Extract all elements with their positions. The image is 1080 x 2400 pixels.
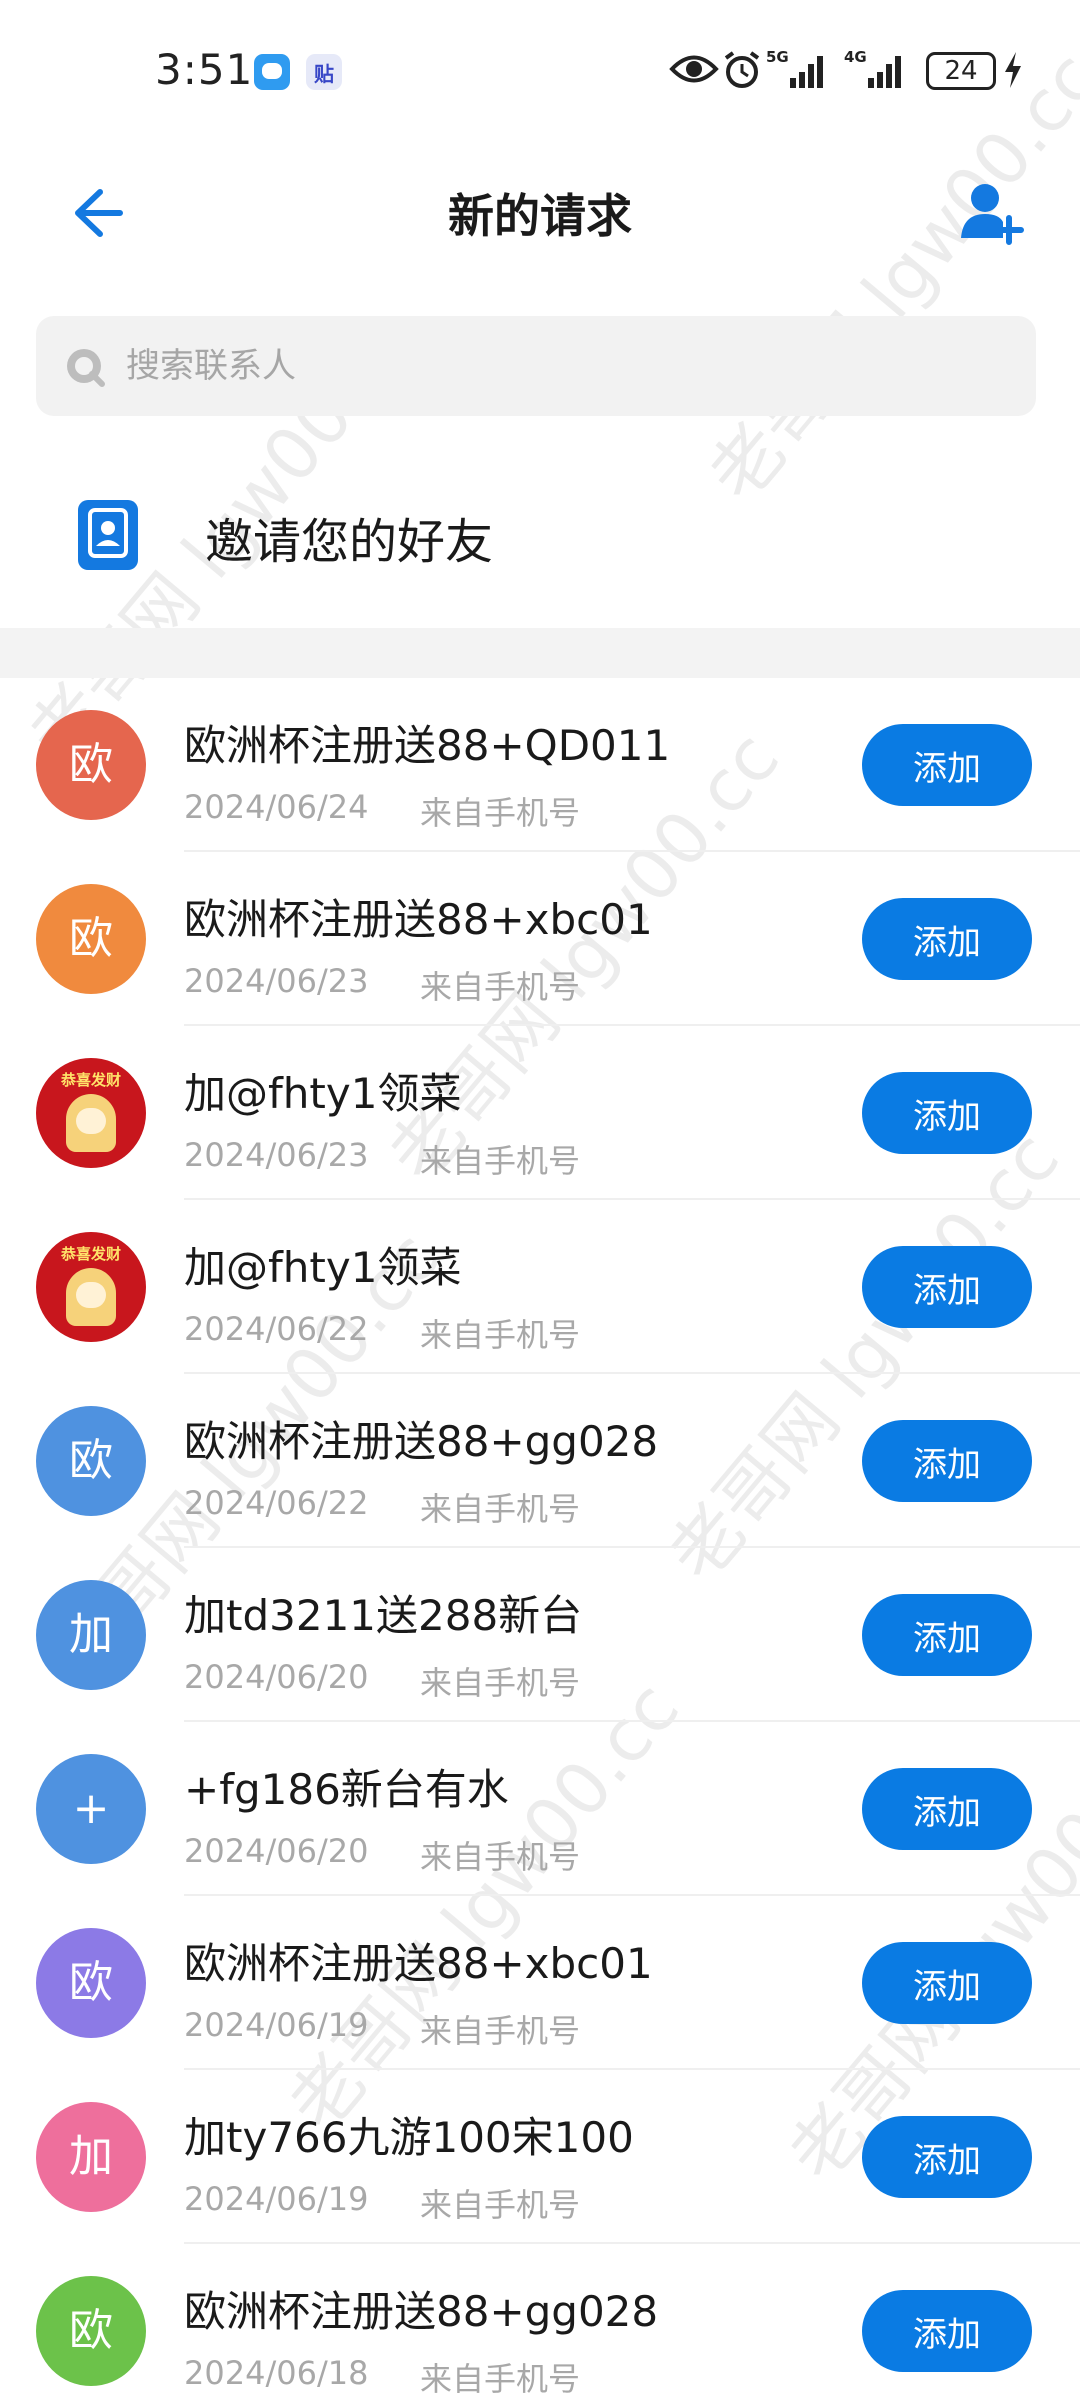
message-icon: [254, 54, 290, 90]
caishen-figure-icon: [66, 1094, 116, 1152]
friend-request-list: 欧 欧洲杯注册送88+QD011 2024/06/24 来自手机号 添加 欧 欧…: [0, 678, 1080, 2400]
request-date: 2024/06/19: [184, 2180, 369, 2218]
avatar: 欧: [36, 1406, 146, 1516]
request-name: 加@fhty1领菜: [184, 1069, 462, 1118]
request-source: 来自手机号: [420, 1142, 581, 1180]
request-source: 来自手机号: [420, 2012, 581, 2050]
request-date: 2024/06/24: [184, 788, 369, 826]
search-input[interactable]: [126, 316, 1006, 416]
list-item[interactable]: 恭喜发财 加@fhty1领菜 2024/06/22 来自手机号 添加: [0, 1200, 1080, 1374]
tieba-icon: 贴: [306, 54, 342, 90]
add-button[interactable]: 添加: [862, 898, 1032, 980]
request-date: 2024/06/20: [184, 1658, 369, 1696]
list-item[interactable]: 加 加td3211送288新台 2024/06/20 来自手机号 添加: [0, 1548, 1080, 1722]
request-source: 来自手机号: [420, 2360, 581, 2398]
avatar-image: 恭喜发财: [36, 1232, 146, 1342]
alarm-icon: [724, 51, 760, 88]
page-title: 新的请求: [448, 189, 632, 243]
caishen-figure-icon: [66, 1268, 116, 1326]
avatar-banner: 恭喜发财: [60, 1245, 121, 1263]
add-button[interactable]: 添加: [862, 1246, 1032, 1328]
request-source: 来自手机号: [420, 968, 581, 1006]
add-button[interactable]: 添加: [862, 1768, 1032, 1850]
request-source: 来自手机号: [420, 1490, 581, 1528]
status-time: 3:51: [155, 45, 254, 94]
request-source: 来自手机号: [420, 1838, 581, 1876]
invite-friends-label: 邀请您的好友: [205, 514, 494, 570]
list-item[interactable]: 欧 欧洲杯注册送88+gg028 2024/06/22 来自手机号 添加: [0, 1374, 1080, 1548]
add-button[interactable]: 添加: [862, 2116, 1032, 2198]
avatar: 欧: [36, 884, 146, 994]
request-date: 2024/06/23: [184, 962, 369, 1000]
list-item[interactable]: 加 加ty766九游100宋100 2024/06/19 来自手机号 添加: [0, 2070, 1080, 2244]
request-source: 来自手机号: [420, 794, 581, 832]
list-item[interactable]: 欧 欧洲杯注册送88+xbc01 2024/06/23 来自手机号 添加: [0, 852, 1080, 1026]
request-name: 欧洲杯注册送88+QD011: [184, 721, 671, 770]
avatar: +: [36, 1754, 146, 1864]
avatar: 加: [36, 2102, 146, 2212]
request-source: 来自手机号: [420, 2186, 581, 2224]
list-item[interactable]: 恭喜发财 加@fhty1领菜 2024/06/23 来自手机号 添加: [0, 1026, 1080, 1200]
person-add-icon: [961, 184, 1024, 245]
request-name: 欧洲杯注册送88+xbc01: [184, 895, 653, 944]
battery-indicator: 24: [926, 52, 996, 90]
add-button[interactable]: 添加: [862, 1594, 1032, 1676]
request-date: 2024/06/18: [184, 2354, 369, 2392]
search-bar[interactable]: [36, 316, 1036, 416]
request-name: 加td3211送288新台: [184, 1591, 583, 1640]
request-date: 2024/06/23: [184, 1136, 369, 1174]
list-item[interactable]: 欧 欧洲杯注册送88+gg028 2024/06/18 来自手机号 添加: [0, 2244, 1080, 2400]
list-item[interactable]: + +fg186新台有水 2024/06/20 来自手机号 添加: [0, 1722, 1080, 1896]
avatar: 欧: [36, 2276, 146, 2386]
request-name: 欧洲杯注册送88+gg028: [184, 1417, 659, 1466]
invite-friends-row[interactable]: 邀请您的好友: [0, 460, 1080, 610]
request-name: +fg186新台有水: [184, 1765, 509, 1814]
request-name: 欧洲杯注册送88+gg028: [184, 2287, 659, 2336]
section-divider: [0, 628, 1080, 678]
request-source: 来自手机号: [420, 1664, 581, 1702]
avatar: 欧: [36, 1928, 146, 2038]
tieba-glyph: 贴: [314, 62, 334, 86]
eye-icon: [669, 55, 719, 83]
add-button[interactable]: 添加: [862, 724, 1032, 806]
request-date: 2024/06/19: [184, 2006, 369, 2044]
charging-icon: [1005, 52, 1021, 88]
add-contact-button[interactable]: [955, 178, 1025, 248]
status-bar: 3:51 贴 5G 4G 24: [0, 0, 1080, 140]
request-source: 来自手机号: [420, 1316, 581, 1354]
avatar-banner: 恭喜发财: [60, 1071, 121, 1089]
search-icon: [67, 349, 105, 387]
add-button[interactable]: 添加: [862, 1420, 1032, 1502]
request-date: 2024/06/22: [184, 1484, 369, 1522]
avatar-image: 恭喜发财: [36, 1058, 146, 1168]
contact-card-icon: [78, 500, 138, 570]
avatar: 欧: [36, 710, 146, 820]
request-date: 2024/06/20: [184, 1832, 369, 1870]
list-item[interactable]: 欧 欧洲杯注册送88+QD011 2024/06/24 来自手机号 添加: [0, 678, 1080, 852]
add-button[interactable]: 添加: [862, 1072, 1032, 1154]
list-item[interactable]: 欧 欧洲杯注册送88+xbc01 2024/06/19 来自手机号 添加: [0, 1896, 1080, 2070]
add-button[interactable]: 添加: [862, 2290, 1032, 2372]
request-name: 欧洲杯注册送88+xbc01: [184, 1939, 653, 1988]
request-name: 加@fhty1领菜: [184, 1243, 462, 1292]
request-name: 加ty766九游100宋100: [184, 2113, 634, 2162]
request-date: 2024/06/22: [184, 1310, 369, 1348]
header: 新的请求: [0, 140, 1080, 280]
add-button[interactable]: 添加: [862, 1942, 1032, 2024]
avatar: 加: [36, 1580, 146, 1690]
